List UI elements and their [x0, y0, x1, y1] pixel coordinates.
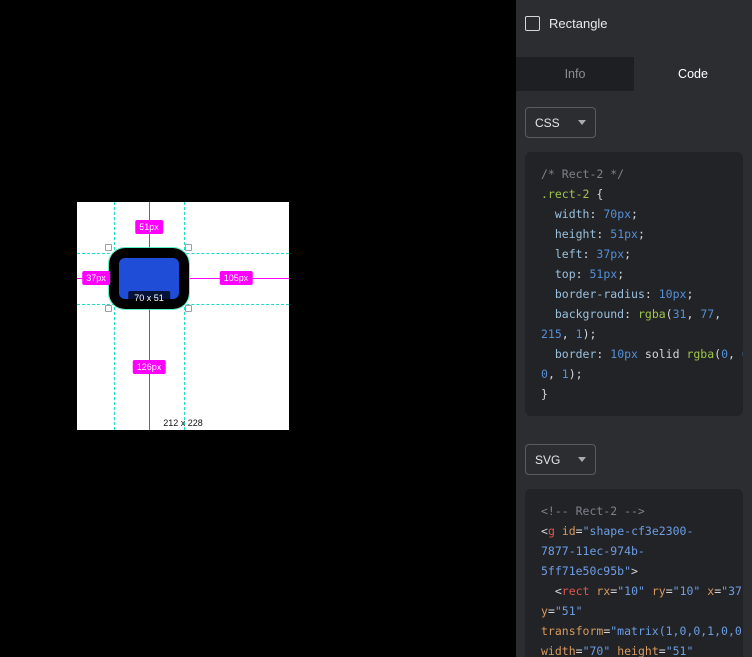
artboard[interactable]: 51px 37px 105px 126px 70 x 51 212 x 228	[77, 202, 289, 430]
guide-shape-right	[184, 202, 185, 430]
selection-handle-bottom-right[interactable]	[185, 305, 192, 312]
shape-size-label: 70 x 51	[128, 291, 170, 305]
measure-label-bottom: 126px	[133, 360, 166, 374]
selection-handle-top-right[interactable]	[185, 244, 192, 251]
chevron-down-icon	[578, 457, 586, 462]
chevron-down-icon	[578, 120, 586, 125]
selection-handle-top-left[interactable]	[105, 244, 112, 251]
css-language-select[interactable]: CSS	[525, 107, 596, 138]
inspect-panel: Rectangle Info Code CSS /* Rect-2 */.rec…	[516, 0, 752, 657]
svg-code-block[interactable]: <!-- Rect-2 --><g id="shape-cf3e2300-787…	[525, 489, 743, 657]
selected-element-header: Rectangle	[516, 0, 752, 57]
panel-tabs: Info Code	[516, 57, 752, 91]
measure-label-top: 51px	[135, 220, 163, 234]
svg-language-select[interactable]: SVG	[525, 444, 596, 475]
element-name: Rectangle	[549, 16, 608, 31]
selection-handle-bottom-left[interactable]	[105, 305, 112, 312]
tab-code[interactable]: Code	[634, 57, 752, 91]
workspace-canvas[interactable]: 51px 37px 105px 126px 70 x 51 212 x 228	[0, 0, 516, 657]
element-checkbox[interactable]	[525, 16, 540, 31]
tab-info[interactable]: Info	[516, 57, 634, 91]
artboard-size-label: 212 x 228	[163, 418, 203, 428]
css-select-value: CSS	[535, 116, 560, 130]
code-tab-content: CSS /* Rect-2 */.rect-2 { width: 70px; h…	[516, 91, 752, 657]
measure-label-right: 105px	[220, 271, 253, 285]
guide-shape-left	[114, 202, 115, 430]
measure-label-left: 37px	[82, 271, 110, 285]
svg-select-value: SVG	[535, 453, 560, 467]
css-code-block[interactable]: /* Rect-2 */.rect-2 { width: 70px; heigh…	[525, 152, 743, 416]
